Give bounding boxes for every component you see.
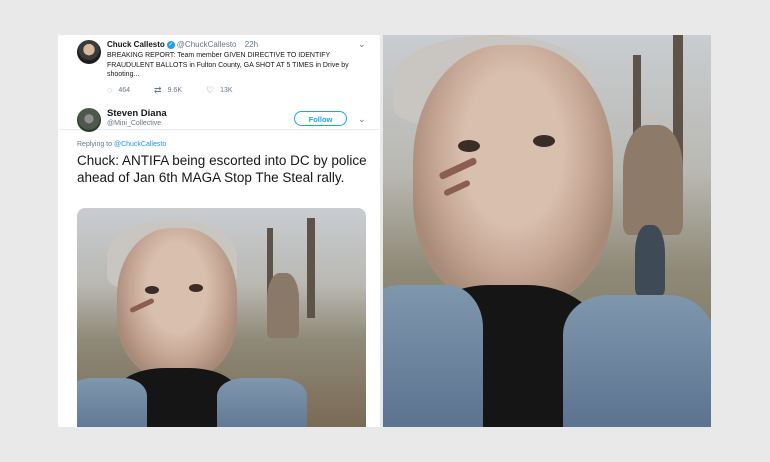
- chevron-down-icon[interactable]: ⌄: [358, 39, 366, 50]
- avatar-chuck[interactable]: [77, 40, 101, 64]
- retweet-icon: ⇄: [154, 85, 162, 95]
- avatar-steven[interactable]: [77, 108, 101, 132]
- replying-to-link[interactable]: @ChuckCallesto: [114, 141, 166, 148]
- quoted-tweet-actions: ◌ 464 ⇄ 9.6K ♡ 13K: [107, 86, 233, 95]
- verified-icon: ✓: [166, 40, 175, 49]
- like-count: 13K: [220, 87, 233, 94]
- retweet-action[interactable]: ⇄ 9.6K: [154, 86, 182, 95]
- tweet-screenshot: Chuck Callesto ✓ @ChuckCallesto 22h ⌄ BREA…: [58, 35, 380, 427]
- author-name[interactable]: Steven Diana: [107, 108, 167, 119]
- chevron-down-icon[interactable]: ⌄: [358, 114, 366, 125]
- follow-button[interactable]: Follow: [294, 111, 347, 126]
- tweet-text: Chuck: ANTIFA being escorted into DC by …: [77, 153, 367, 185]
- quoted-tweet-time[interactable]: 22h: [245, 40, 258, 49]
- quoted-tweet-header: Chuck Callesto ✓ @ChuckCallesto 22h: [107, 40, 258, 49]
- quoted-author-name[interactable]: Chuck Callesto: [107, 40, 165, 49]
- retweet-count: 9.6K: [167, 87, 182, 94]
- author-handle[interactable]: @Mini_Collective: [107, 120, 161, 127]
- reply-action[interactable]: ◌ 464: [107, 86, 130, 95]
- replying-to-label: Replying to: [77, 141, 113, 148]
- quoted-author-handle[interactable]: @ChuckCallesto: [177, 40, 237, 49]
- video-thumbnail[interactable]: [77, 208, 366, 427]
- reply-count: 464: [118, 87, 131, 94]
- replying-to: Replying to @ChuckCallesto: [77, 141, 166, 148]
- reply-icon: ◌: [107, 85, 113, 95]
- video-still-enlarged: [383, 35, 711, 427]
- heart-icon: ♡: [206, 85, 215, 95]
- like-action[interactable]: ♡ 13K: [206, 86, 233, 95]
- quoted-tweet-text: BREAKING REPORT: Team member GIVEN DIREC…: [107, 52, 349, 78]
